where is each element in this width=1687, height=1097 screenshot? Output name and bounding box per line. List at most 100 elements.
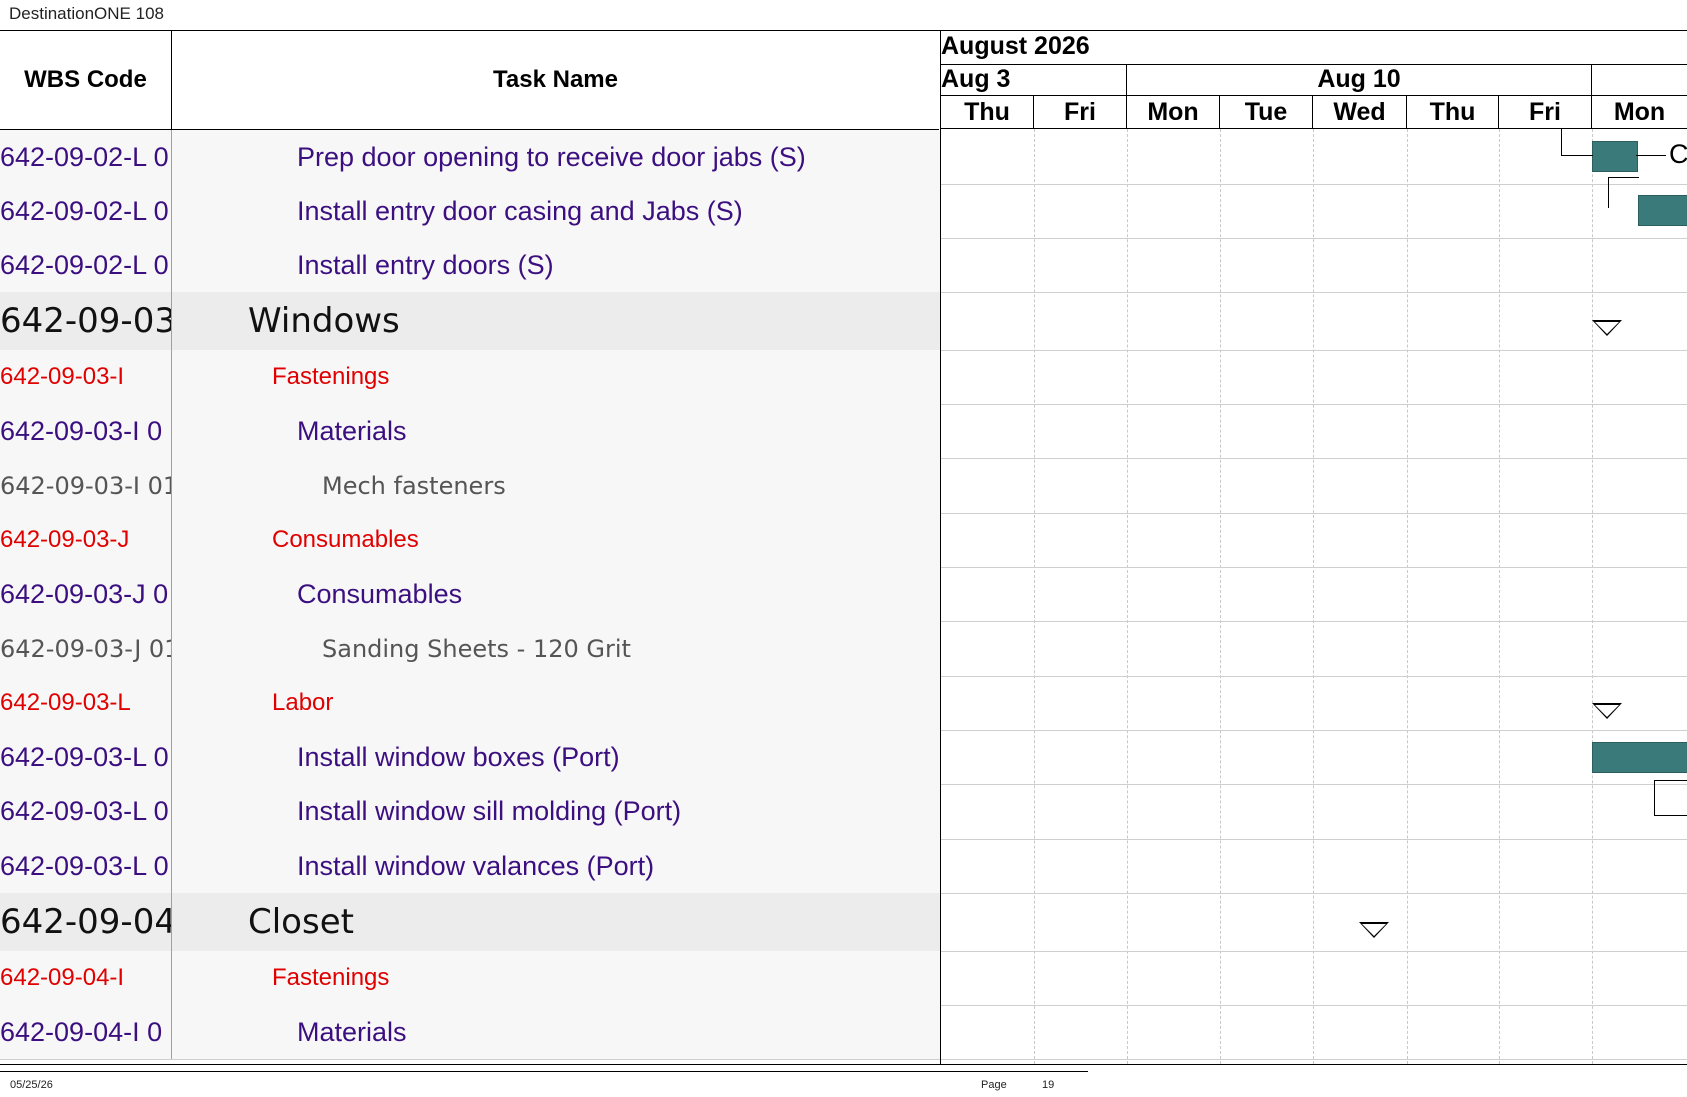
task-row[interactable]: 642-09-02-L 0 Install entry doors (S)	[0, 238, 940, 293]
gantt-chart: August 2026 Aug 3 Aug 10 Thu Fri Mon Tue Wed…	[940, 30, 1687, 1065]
gantt-week-header-next	[1592, 64, 1687, 96]
task-name-cell: Mech fasteners	[322, 471, 506, 500]
task-row[interactable]: 642-09-02-L 0 Install entry door casing a…	[0, 184, 940, 239]
gantt-row-line	[941, 676, 1687, 677]
gantt-day-header: Thu	[941, 96, 1034, 129]
gantt-day-header: Mon	[1592, 96, 1687, 129]
task-name-cell: Install window boxes (Port)	[297, 741, 620, 772]
wbs-code-cell: 642-09-03-I 0	[0, 404, 172, 458]
gantt-gridline	[1220, 129, 1221, 1064]
summary-marker-icon	[1592, 320, 1622, 336]
gantt-day-header: Fri	[1034, 96, 1127, 129]
wbs-code-cell: 642-09-03-J 01	[0, 621, 172, 676]
bar-label: C	[1669, 139, 1687, 169]
dependency-link	[1561, 129, 1593, 156]
wbs-code-cell: 642-09-04	[0, 893, 172, 951]
gantt-row-line	[941, 404, 1687, 405]
footer-divider	[0, 1071, 1088, 1072]
wbs-code-cell: 642-09-03-L 0	[0, 784, 172, 839]
task-name-cell: Labor	[272, 689, 334, 716]
task-name-cell: Install entry doors (S)	[297, 249, 554, 280]
task-row[interactable]: 642-09-03-L 0 Install window boxes (Port)	[0, 730, 940, 785]
gantt-row-line	[941, 350, 1687, 351]
task-name-cell: Prep door opening to receive door jabs (…	[297, 141, 806, 172]
gantt-row-line	[941, 839, 1687, 840]
wbs-code-cell: 642-09-03-L	[0, 676, 172, 730]
summary-task-row[interactable]: 642-09-04 Closet	[0, 893, 940, 952]
gantt-day-header: Tue	[1220, 96, 1313, 129]
gantt-gridline	[1127, 129, 1128, 1064]
gantt-day-header: Wed	[1313, 96, 1407, 129]
task-name-column-header[interactable]: Task Name	[172, 31, 939, 130]
task-name-cell: Consumables	[297, 578, 463, 609]
gantt-row-line	[941, 458, 1687, 459]
task-name-cell: Install entry door casing and Jabs (S)	[297, 195, 743, 226]
wbs-code-cell: 642-09-03-J	[0, 513, 172, 567]
task-row[interactable]: 642-09-03-J 0 Consumables	[0, 567, 940, 622]
gantt-row-line	[941, 1059, 1687, 1060]
gantt-row-line	[941, 184, 1687, 185]
wbs-column-header[interactable]: WBS Code	[0, 31, 172, 130]
task-row[interactable]: 642-09-04-I 0 Materials	[0, 1005, 940, 1060]
task-row[interactable]: 642-09-03-L 0 Install window sill molding…	[0, 784, 940, 840]
wbs-code-cell: 642-09-03-J 0	[0, 567, 172, 621]
summary-task-row[interactable]: 642-09-03 Windows	[0, 292, 940, 351]
wbs-code-cell: 642-09-02-L 0	[0, 130, 172, 184]
gantt-gridline	[1499, 129, 1500, 1064]
task-table: WBS Code Task Name 642-09-02-L 0 Prep doo…	[0, 30, 940, 1065]
task-row[interactable]: 642-09-02-L 0 Prep door opening to receiv…	[0, 130, 940, 185]
task-row[interactable]: 642-09-04-I Fastenings	[0, 951, 940, 1006]
task-name-cell: Windows	[248, 301, 400, 341]
gantt-row-line	[941, 567, 1687, 568]
wbs-code-cell: 642-09-03-L 0	[0, 839, 172, 893]
gantt-row-line	[941, 513, 1687, 514]
task-bar[interactable]	[1592, 141, 1638, 172]
gantt-day-header: Mon	[1127, 96, 1220, 129]
task-row[interactable]: 642-09-03-I 01 Mech fasteners	[0, 458, 940, 514]
task-bar[interactable]	[1638, 195, 1687, 226]
task-row[interactable]: 642-09-03-L Labor	[0, 676, 940, 731]
task-bar[interactable]	[1592, 742, 1687, 773]
task-row[interactable]: 642-09-03-I Fastenings	[0, 350, 940, 405]
wbs-code-cell: 642-09-02-L 0	[0, 184, 172, 238]
wbs-code-cell: 642-09-03-I 01	[0, 458, 172, 513]
gantt-gridline	[1034, 129, 1035, 1064]
task-name-cell: Sanding Sheets - 120 Grit	[322, 634, 631, 663]
gantt-row-line	[941, 893, 1687, 894]
task-name-cell: Closet	[248, 902, 354, 942]
dependency-link	[1636, 155, 1666, 156]
gantt-row-line	[941, 730, 1687, 731]
wbs-code-cell: 642-09-03	[0, 292, 172, 350]
gantt-row-line	[941, 292, 1687, 293]
dependency-link	[1654, 780, 1687, 816]
task-row[interactable]: 642-09-03-J 01 Sanding Sheets - 120 Grit	[0, 621, 940, 677]
task-row[interactable]: 642-09-03-L 0 Install window valances (Po…	[0, 839, 940, 894]
gantt-row-line	[941, 951, 1687, 952]
wbs-code-cell: 642-09-02-L 0	[0, 238, 172, 292]
gantt-gridline	[1592, 129, 1593, 1064]
task-row[interactable]: 642-09-03-I 0 Materials	[0, 404, 940, 459]
footer-page-label: Page	[981, 1079, 1007, 1091]
task-name-cell: Fastenings	[272, 363, 390, 390]
gantt-month-header: August 2026	[941, 31, 1687, 65]
gantt-week-header: Aug 10	[1127, 64, 1592, 96]
dependency-link	[1608, 177, 1639, 208]
wbs-code-cell: 642-09-03-L 0	[0, 730, 172, 784]
task-name-cell: Consumables	[272, 526, 419, 553]
task-name-cell: Install window valances (Port)	[297, 850, 655, 881]
gantt-row-line	[941, 1005, 1687, 1006]
task-name-cell: Materials	[297, 415, 407, 446]
footer-date: 05/25/26	[10, 1079, 53, 1091]
gantt-row-line	[941, 784, 1687, 785]
gantt-day-header: Thu	[1407, 96, 1499, 129]
footer-page-number: 19	[1042, 1079, 1055, 1091]
gantt-gridline	[1313, 129, 1314, 1064]
gantt-gridline	[1407, 129, 1408, 1064]
wbs-code-cell: 642-09-03-I	[0, 350, 172, 404]
task-row[interactable]: 642-09-03-J Consumables	[0, 513, 940, 568]
task-name-cell: Materials	[297, 1016, 407, 1047]
wbs-code-cell: 642-09-04-I 0	[0, 1005, 172, 1059]
gantt-row-line	[941, 238, 1687, 239]
task-name-cell: Install window sill molding (Port)	[297, 796, 682, 826]
document-title: DestinationONE 108	[9, 4, 164, 23]
